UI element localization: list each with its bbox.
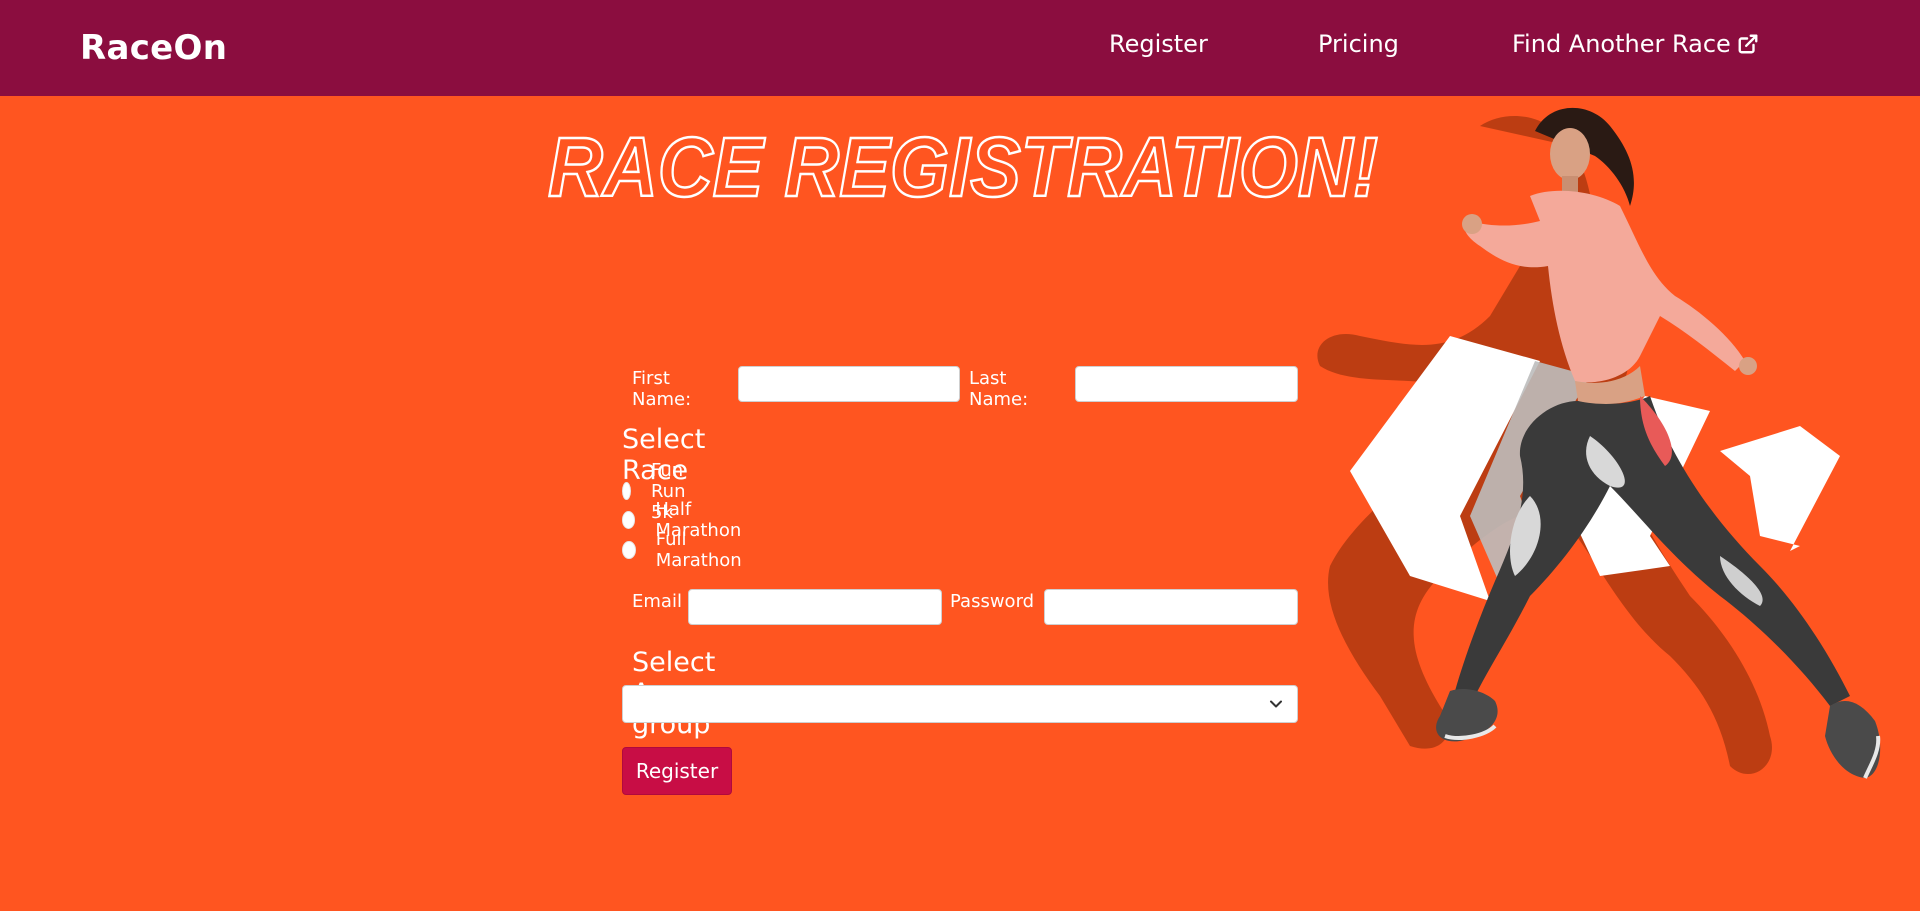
page-title-text: RACE REGISTRATION! bbox=[548, 120, 1378, 208]
password-label: Password bbox=[950, 591, 1035, 612]
first-name-input[interactable] bbox=[738, 366, 960, 402]
race-option-label: Full Marathon bbox=[655, 529, 742, 571]
age-group-select[interactable] bbox=[622, 685, 1298, 723]
brand-logo[interactable]: RaceOn bbox=[80, 28, 227, 68]
page-title: RACE REGISTRATION! bbox=[548, 118, 1388, 208]
nav-find-another-race-link[interactable]: Find Another Race bbox=[1512, 30, 1759, 58]
runner-illustration bbox=[1317, 107, 1881, 779]
password-input[interactable] bbox=[1044, 589, 1298, 625]
register-button[interactable]: Register bbox=[622, 747, 732, 795]
radio-button[interactable] bbox=[622, 541, 636, 559]
nav-register-link[interactable]: Register bbox=[1109, 30, 1208, 58]
nav-find-another-race-label: Find Another Race bbox=[1512, 30, 1731, 58]
first-name-label: First Name: bbox=[632, 368, 692, 410]
email-label: Email bbox=[632, 591, 682, 612]
nav-pricing-link[interactable]: Pricing bbox=[1318, 30, 1399, 58]
last-name-input[interactable] bbox=[1075, 366, 1298, 402]
radio-button[interactable] bbox=[622, 482, 631, 500]
race-option-full-marathon[interactable]: Full Marathon bbox=[622, 529, 746, 571]
external-link-icon bbox=[1738, 34, 1758, 54]
radio-button[interactable] bbox=[622, 511, 636, 529]
navbar: RaceOn Register Pricing Find Another Rac… bbox=[0, 0, 1920, 96]
email-input[interactable] bbox=[688, 589, 942, 625]
chevron-down-icon bbox=[1270, 700, 1282, 708]
last-name-label: Last Name: bbox=[969, 368, 1029, 410]
